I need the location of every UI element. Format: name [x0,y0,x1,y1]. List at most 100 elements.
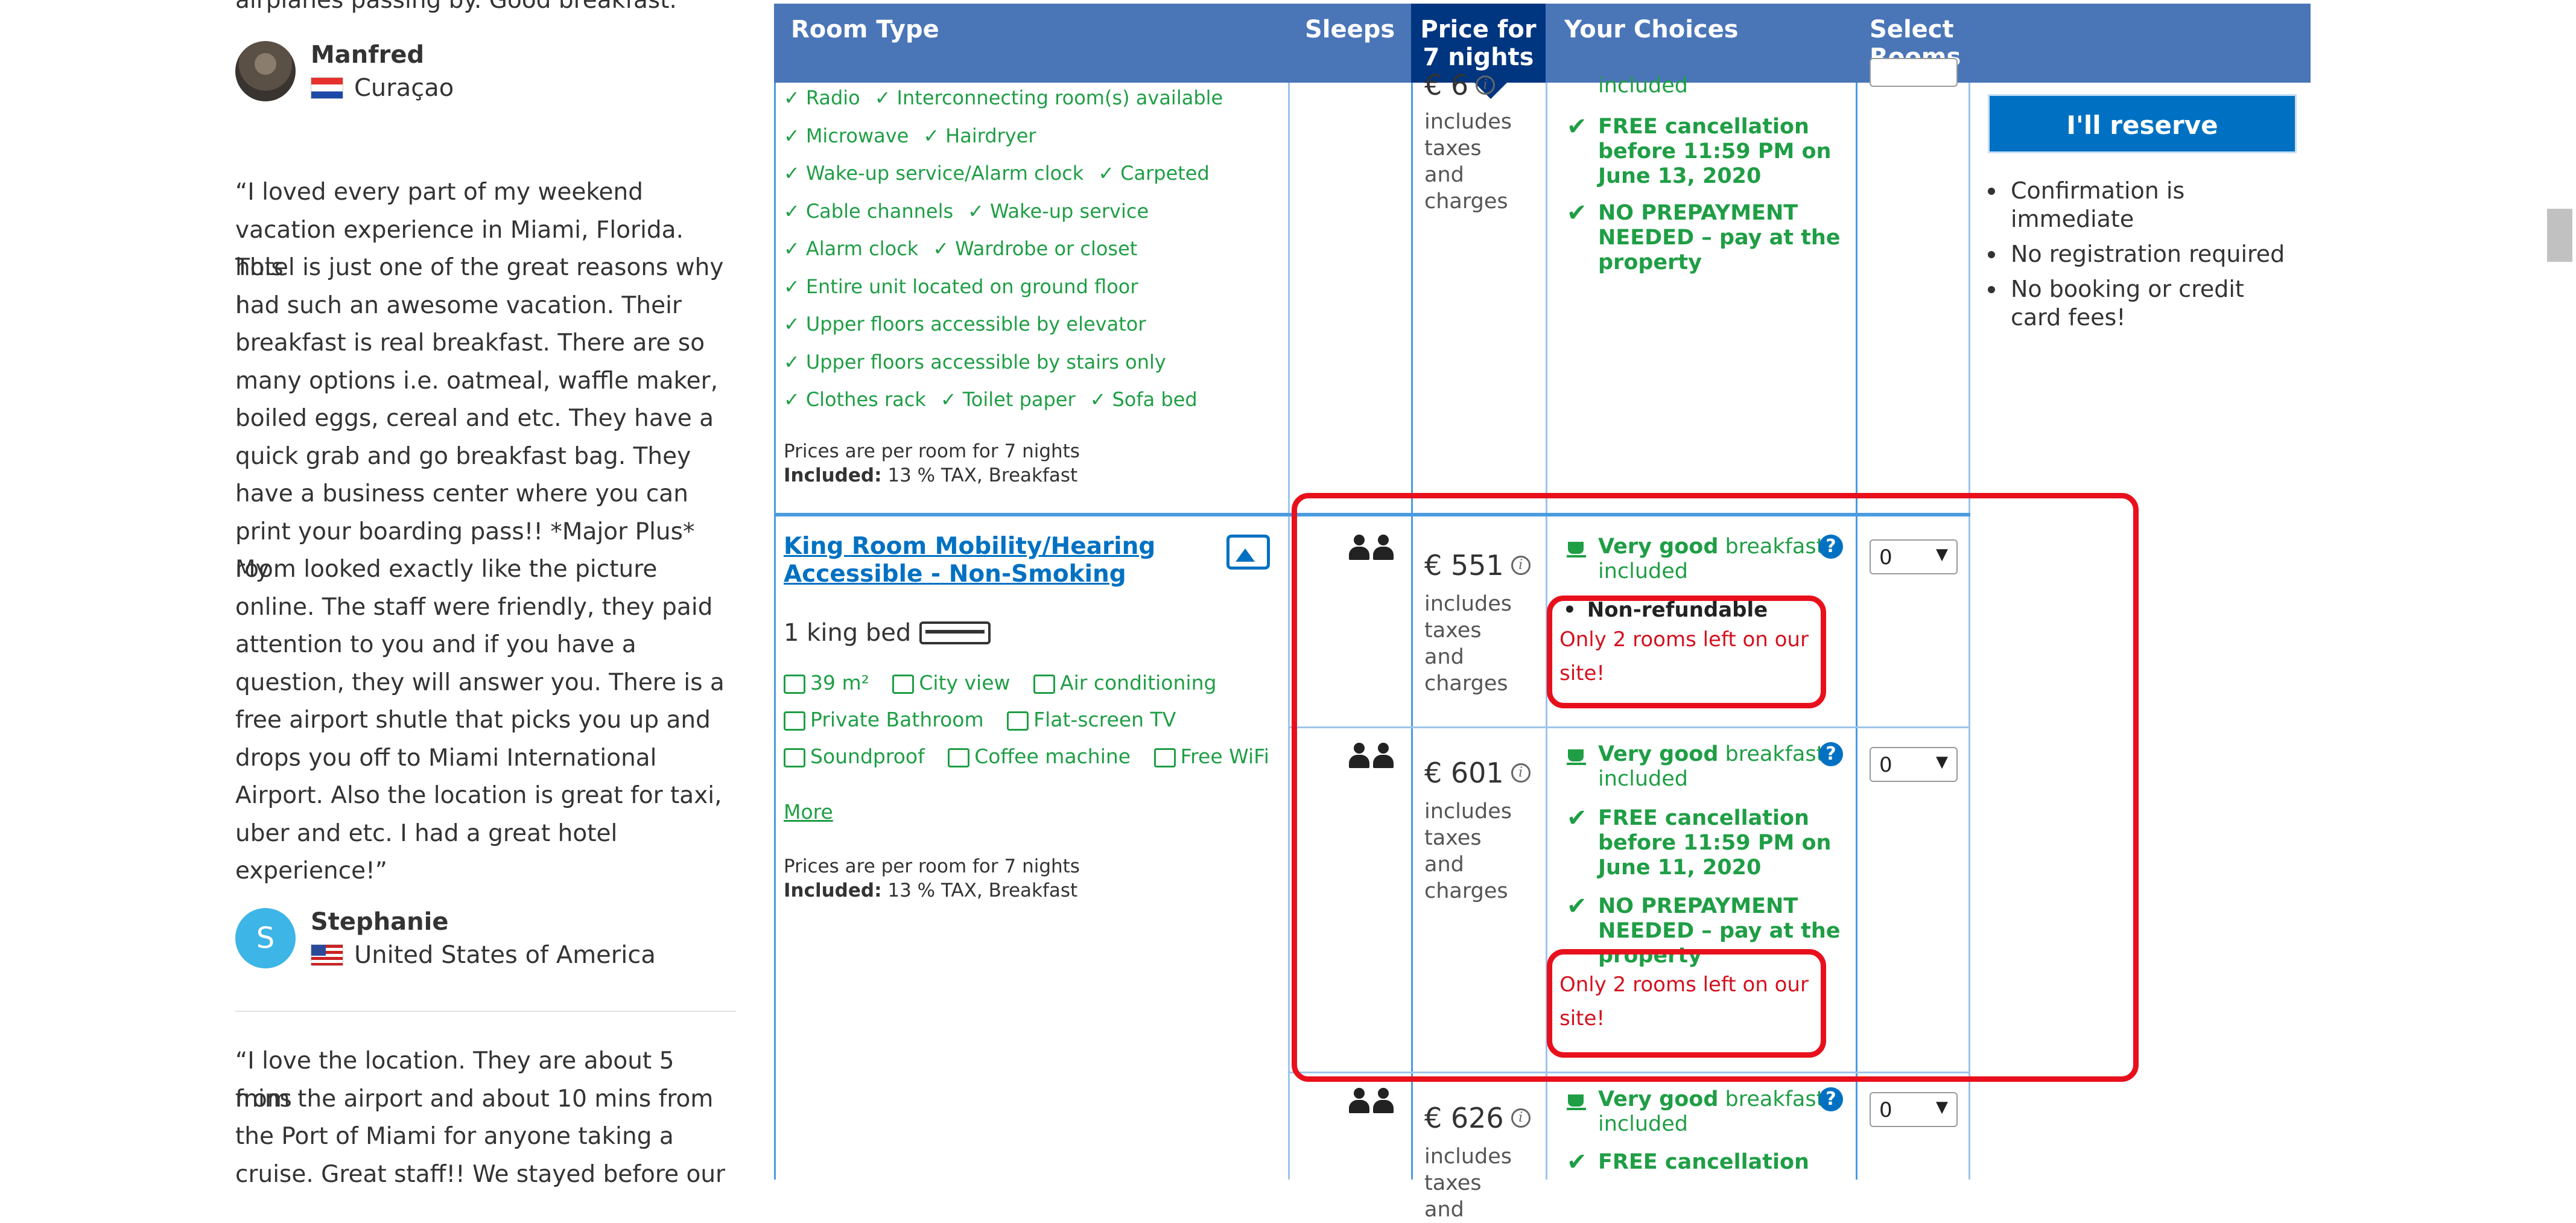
header-sleeps: Sleeps [1305,16,1395,43]
review-line: attention to you and if you have a [235,631,636,658]
benefit-item: Confirmation is immediate [1981,177,2294,233]
review-line: the Port of Miami for anyone taking a [235,1123,674,1150]
choice-included-partial: included [1598,74,1689,98]
benefit-item: No registration required [1981,240,2294,268]
check-icon: ✓ [784,237,800,260]
size-icon [784,674,805,694]
facility-row: ✓ Wake-up service/Alarm clock ✓ Carpeted [784,161,1224,185]
review-text-partial: airplanes passing by. Good breakfast. [235,0,677,14]
facility-row: ✓ Alarm clock ✓ Wardrobe or closet [784,237,1152,261]
bed-icon [919,621,991,644]
free-cancellation: ✔ FREE cancellation [1567,1148,1809,1176]
benefit-item: No booking or credit card fees! [1981,275,2294,332]
review-line: breakfast is real breakfast. There are s… [235,329,705,357]
check-icon: ✔ [1567,1148,1587,1176]
review-line: Airport. Also the location is great for … [235,782,722,809]
facility-item: Toilet paper [962,388,1076,411]
review-line: from the airport and about 10 mins from [235,1085,714,1113]
usa-flag-icon [311,944,343,966]
soundproof-icon [784,748,805,767]
header-room-type: Room Type [791,16,939,43]
check-icon: ✓ [784,313,800,335]
info-icon[interactable]: i [1476,75,1496,95]
coffee-machine-icon [948,748,970,767]
check-icon: ✓ [940,388,957,411]
reviewer-stephanie: S Stephanie United States of America [235,908,736,974]
facility-item: Alarm clock [805,237,919,260]
city-view-icon [892,674,915,694]
help-icon[interactable]: ? [1819,1087,1843,1111]
divider [774,83,776,1180]
review-line: uber and etc. I had a great hotel [235,819,618,847]
review-line: drops you off to Miami International [235,744,657,772]
avatar [235,41,296,101]
header-price[interactable]: Price for 7 nights [1411,16,1546,71]
facility-item: Carpeted [1120,162,1210,185]
rooms-select-partial[interactable] [1870,58,1958,87]
reviewer-name: Manfred [311,41,425,69]
dropdown-arrow-icon: ▼ [1936,1098,1948,1116]
check-icon: ✓ [1098,162,1115,185]
check-icon: ✓ [784,124,800,147]
divider [235,1011,736,1012]
annotation-box [1547,596,1826,708]
check-icon: ✓ [784,275,800,298]
facility-row: ✓ Radio ✓ Interconnecting room(s) available [784,86,1237,110]
facility-item: Radio [805,86,860,109]
coffee-cup-icon [1567,1090,1587,1110]
included-note: Included: 13 % TAX, Breakfast [784,465,1078,486]
check-icon: ✓ [923,124,940,147]
facility-row: ✓ Upper floors accessible by elevator [784,312,1160,336]
price: € 6 i [1424,69,1496,101]
room-name-link[interactable]: King Room Mobility/Hearing Accessible - … [784,533,1206,588]
no-prepayment: ✔ NO PREPAYMENT NEEDED – pay at the prope… [1567,199,1841,275]
review-line: quick grab and go breakfast bag. They [235,442,691,470]
breakfast-info: Very good breakfast included [1559,1087,1861,1137]
info-icon[interactable]: i [1511,1108,1531,1128]
review-line: boiled eggs, cereal and etc. They have a [235,405,714,432]
facility-row: ✓ Cable channels ✓ Wake-up service [784,199,1163,223]
facility-item: Upper floors accessible by stairs only [805,350,1166,373]
review-line: many options i.e. oatmeal, waffle maker, [235,367,719,395]
scrollbar-thumb[interactable] [2547,209,2572,262]
price-note: includes taxes and charges [1424,110,1512,214]
free-cancellation: ✔ FREE cancellation before 11:59 PM on Ju… [1567,113,1832,189]
rooms-select[interactable]: 0 ▼ [1870,1092,1958,1127]
check-icon: ✓ [784,86,800,109]
check-icon: ✔ [1567,199,1587,227]
reviewer-manfred: Manfred Curaçao [235,41,736,107]
more-link[interactable]: More [784,800,833,824]
review-line: had such an awesome vacation. Their [235,291,682,319]
check-icon: ✓ [784,350,800,373]
check-icon: ✓ [933,237,950,260]
facility-item: Wardrobe or closet [955,237,1138,260]
tv-icon [1007,711,1029,731]
price-note: includes taxes and [1424,1145,1512,1222]
facility-item: Microwave [805,124,909,147]
facility-item: Cable channels [805,199,954,223]
check-icon: ✓ [874,86,891,109]
reserve-button[interactable]: I'll reserve [1988,94,2297,153]
reviewer-country: United States of America [311,941,656,969]
room-features-row: 39 m² City view Air conditioning [784,671,1233,695]
annotation-box [1547,949,1826,1058]
prices-note: Prices are per room for 7 nights [784,856,1080,877]
photo-gallery-icon[interactable] [1226,535,1270,570]
review-line: room looked exactly like the picture [235,556,658,583]
check-icon: ✓ [784,199,800,223]
bathroom-icon [784,711,805,731]
review-line: online. The staff were friendly, they pa… [235,593,713,621]
sleeps-2-icon [1349,1088,1397,1113]
avatar: S [235,908,296,968]
included-note: Included: 13 % TAX, Breakfast [784,880,1078,901]
facility-item: Wake-up service/Alarm clock [805,162,1084,185]
facility-row: ✓ Clothes rack ✓ Toilet paper ✓ Sofa bed [784,387,1212,411]
table-header: Room Type Sleeps Price for 7 nights Your… [774,4,2311,83]
check-icon: ✓ [784,162,800,185]
facility-item: Sofa bed [1112,388,1198,411]
divider [1288,83,1290,1180]
price: € 626 i [1424,1102,1531,1134]
room-features-row: Soundproof Coffee machine Free WiFi [784,745,1286,769]
review-line: “I loved every part of my weekend [235,179,643,206]
review-line: cruise. Great staff!! We stayed before o… [235,1160,726,1188]
